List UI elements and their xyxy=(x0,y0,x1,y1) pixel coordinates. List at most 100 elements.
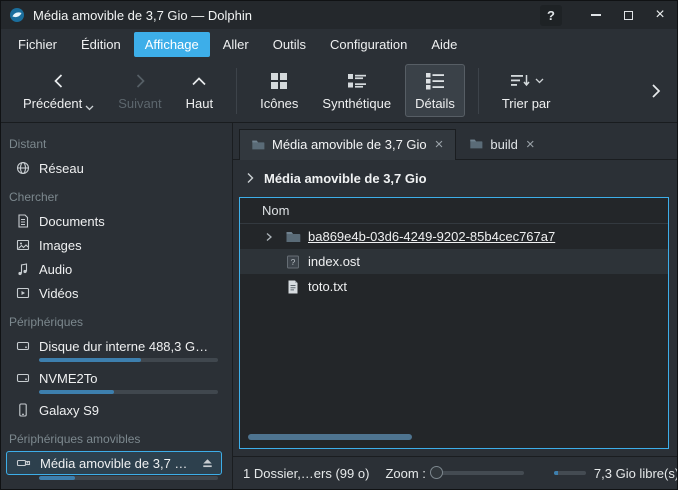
minimize-icon xyxy=(591,14,601,16)
details-view-button[interactable]: Détails xyxy=(405,64,465,117)
status-summary: 1 Dossier,…ers (99 o) xyxy=(243,466,369,481)
chevron-up-icon xyxy=(189,70,209,92)
help-button[interactable]: ? xyxy=(540,5,562,26)
view-icons-icon xyxy=(268,70,290,92)
file-name[interactable]: index.ost xyxy=(308,254,360,269)
back-button[interactable]: Précédent xyxy=(13,64,104,117)
content: Distant Réseau Chercher Documents Images xyxy=(1,123,677,489)
sidebar-item-label: Disque dur interne 488,3 G… xyxy=(39,339,224,354)
sidebar-item-disque-interne[interactable]: Disque dur interne 488,3 G… xyxy=(1,334,232,362)
file-view: Nom ba869e4b-03d6-4249-9202-85b4cec767a7… xyxy=(239,197,669,449)
sidebar-item-documents[interactable]: Documents xyxy=(1,209,232,233)
close-button[interactable]: × xyxy=(648,5,672,26)
sort-icon xyxy=(509,70,531,92)
tab-build[interactable]: build × xyxy=(457,128,547,159)
statusbar: 1 Dossier,…ers (99 o) Zoom : 7,3 Gio lib… xyxy=(233,456,677,489)
back-label: Précédent xyxy=(23,96,82,111)
expand-slot-empty xyxy=(264,255,278,269)
harddisk-icon xyxy=(15,370,31,386)
tab-label: build xyxy=(490,137,517,152)
text-file-icon xyxy=(285,279,301,295)
icons-view-button[interactable]: Icônes xyxy=(250,64,308,117)
harddisk-icon xyxy=(15,338,31,354)
eject-icon[interactable] xyxy=(200,456,215,471)
free-space-label: 7,3 Gio libre(s) xyxy=(594,466,678,481)
menu-configuration[interactable]: Configuration xyxy=(319,32,418,57)
audio-icon xyxy=(15,261,31,277)
toolbar: Précédent Suivant Haut Icônes xyxy=(1,59,677,123)
places-section-distant: Distant xyxy=(1,127,232,156)
breadcrumb-location[interactable]: Média amovible de 3,7 Gio xyxy=(264,171,427,186)
up-button[interactable]: Haut xyxy=(176,64,223,117)
compact-label: Synthétique xyxy=(322,96,391,111)
sidebar-item-label: Réseau xyxy=(39,161,224,176)
chevron-left-icon xyxy=(49,70,69,92)
toolbar-overflow-button[interactable] xyxy=(645,77,667,105)
forward-button[interactable]: Suivant xyxy=(108,64,171,117)
places-section-chercher: Chercher xyxy=(1,180,232,209)
file-row[interactable]: ? index.ost xyxy=(240,249,668,274)
view-compact-icon xyxy=(346,70,368,92)
tab-close-icon[interactable]: × xyxy=(434,137,445,152)
main-panel: Média amovible de 3,7 Gio × build × Médi… xyxy=(233,123,677,489)
svg-text:?: ? xyxy=(291,257,296,267)
compact-view-button[interactable]: Synthétique xyxy=(312,64,401,117)
sidebar-item-label: Images xyxy=(39,238,224,253)
zoom-slider-handle[interactable] xyxy=(430,466,443,479)
chevron-right-icon xyxy=(130,70,150,92)
menu-affichage[interactable]: Affichage xyxy=(134,32,210,57)
disk-usage-bar xyxy=(39,390,218,394)
unknown-file-icon: ? xyxy=(285,254,301,270)
sidebar-item-audio[interactable]: Audio xyxy=(1,257,232,281)
zoom-slider[interactable] xyxy=(436,471,524,475)
file-row[interactable]: ba869e4b-03d6-4249-9202-85b4cec767a7 xyxy=(240,224,668,249)
menu-outils[interactable]: Outils xyxy=(262,32,317,57)
sidebar-item-label: Galaxy S9 xyxy=(39,403,224,418)
maximize-button[interactable] xyxy=(616,5,640,26)
column-header-nom[interactable]: Nom xyxy=(240,198,668,224)
sort-by-button[interactable]: Trier par xyxy=(492,64,561,117)
disk-usage-bar xyxy=(39,476,218,480)
file-row[interactable]: toto.txt xyxy=(240,274,668,299)
expand-chevron-icon[interactable] xyxy=(264,230,278,244)
sidebar-item-nvme2to[interactable]: NVME2To xyxy=(1,366,232,394)
minimize-button[interactable] xyxy=(584,5,608,26)
sidebar-item-label: Média amovible de 3,7 … xyxy=(40,456,192,471)
menu-aide[interactable]: Aide xyxy=(420,32,468,57)
menu-aller[interactable]: Aller xyxy=(212,32,260,57)
titlebar: Média amovible de 3,7 Gio — Dolphin ? × xyxy=(1,1,677,29)
tab-close-icon[interactable]: × xyxy=(525,137,536,152)
forward-label: Suivant xyxy=(118,96,161,111)
file-name[interactable]: ba869e4b-03d6-4249-9202-85b4cec767a7 xyxy=(308,229,555,244)
sidebar-item-galaxy-s9[interactable]: Galaxy S9 xyxy=(1,398,232,422)
caret-down-icon xyxy=(535,78,544,84)
sidebar-item-media-amovible[interactable]: Média amovible de 3,7 … xyxy=(1,451,232,480)
horizontal-scrollbar[interactable] xyxy=(248,434,412,440)
sort-label: Trier par xyxy=(502,96,551,111)
images-icon xyxy=(15,237,31,253)
smartphone-icon xyxy=(15,402,31,418)
places-section-peripheriques: Périphériques xyxy=(1,305,232,334)
places-panel: Distant Réseau Chercher Documents Images xyxy=(1,123,233,489)
chevron-right-icon[interactable] xyxy=(245,172,256,184)
sidebar-item-reseau[interactable]: Réseau xyxy=(1,156,232,180)
tab-media-amovible[interactable]: Média amovible de 3,7 Gio × xyxy=(239,129,456,160)
sidebar-item-images[interactable]: Images xyxy=(1,233,232,257)
folder-icon xyxy=(285,229,301,245)
places-section-amovibles: Périphériques amovibles xyxy=(1,422,232,451)
network-icon xyxy=(15,160,31,176)
chevron-right-icon xyxy=(650,82,662,100)
menu-fichier[interactable]: Fichier xyxy=(7,32,68,57)
documents-icon xyxy=(15,213,31,229)
caret-down-icon xyxy=(85,105,94,111)
usb-drive-icon xyxy=(16,455,32,471)
menu-edition[interactable]: Édition xyxy=(70,32,132,57)
window-title: Média amovible de 3,7 Gio — Dolphin xyxy=(33,8,252,23)
disk-usage-bar xyxy=(39,358,218,362)
sidebar-item-videos[interactable]: Vidéos xyxy=(1,281,232,305)
free-space-bar xyxy=(554,471,586,475)
dolphin-window: Média amovible de 3,7 Gio — Dolphin ? × … xyxy=(0,0,678,490)
toolbar-separator xyxy=(236,68,237,114)
videos-icon xyxy=(15,285,31,301)
file-name[interactable]: toto.txt xyxy=(308,279,347,294)
